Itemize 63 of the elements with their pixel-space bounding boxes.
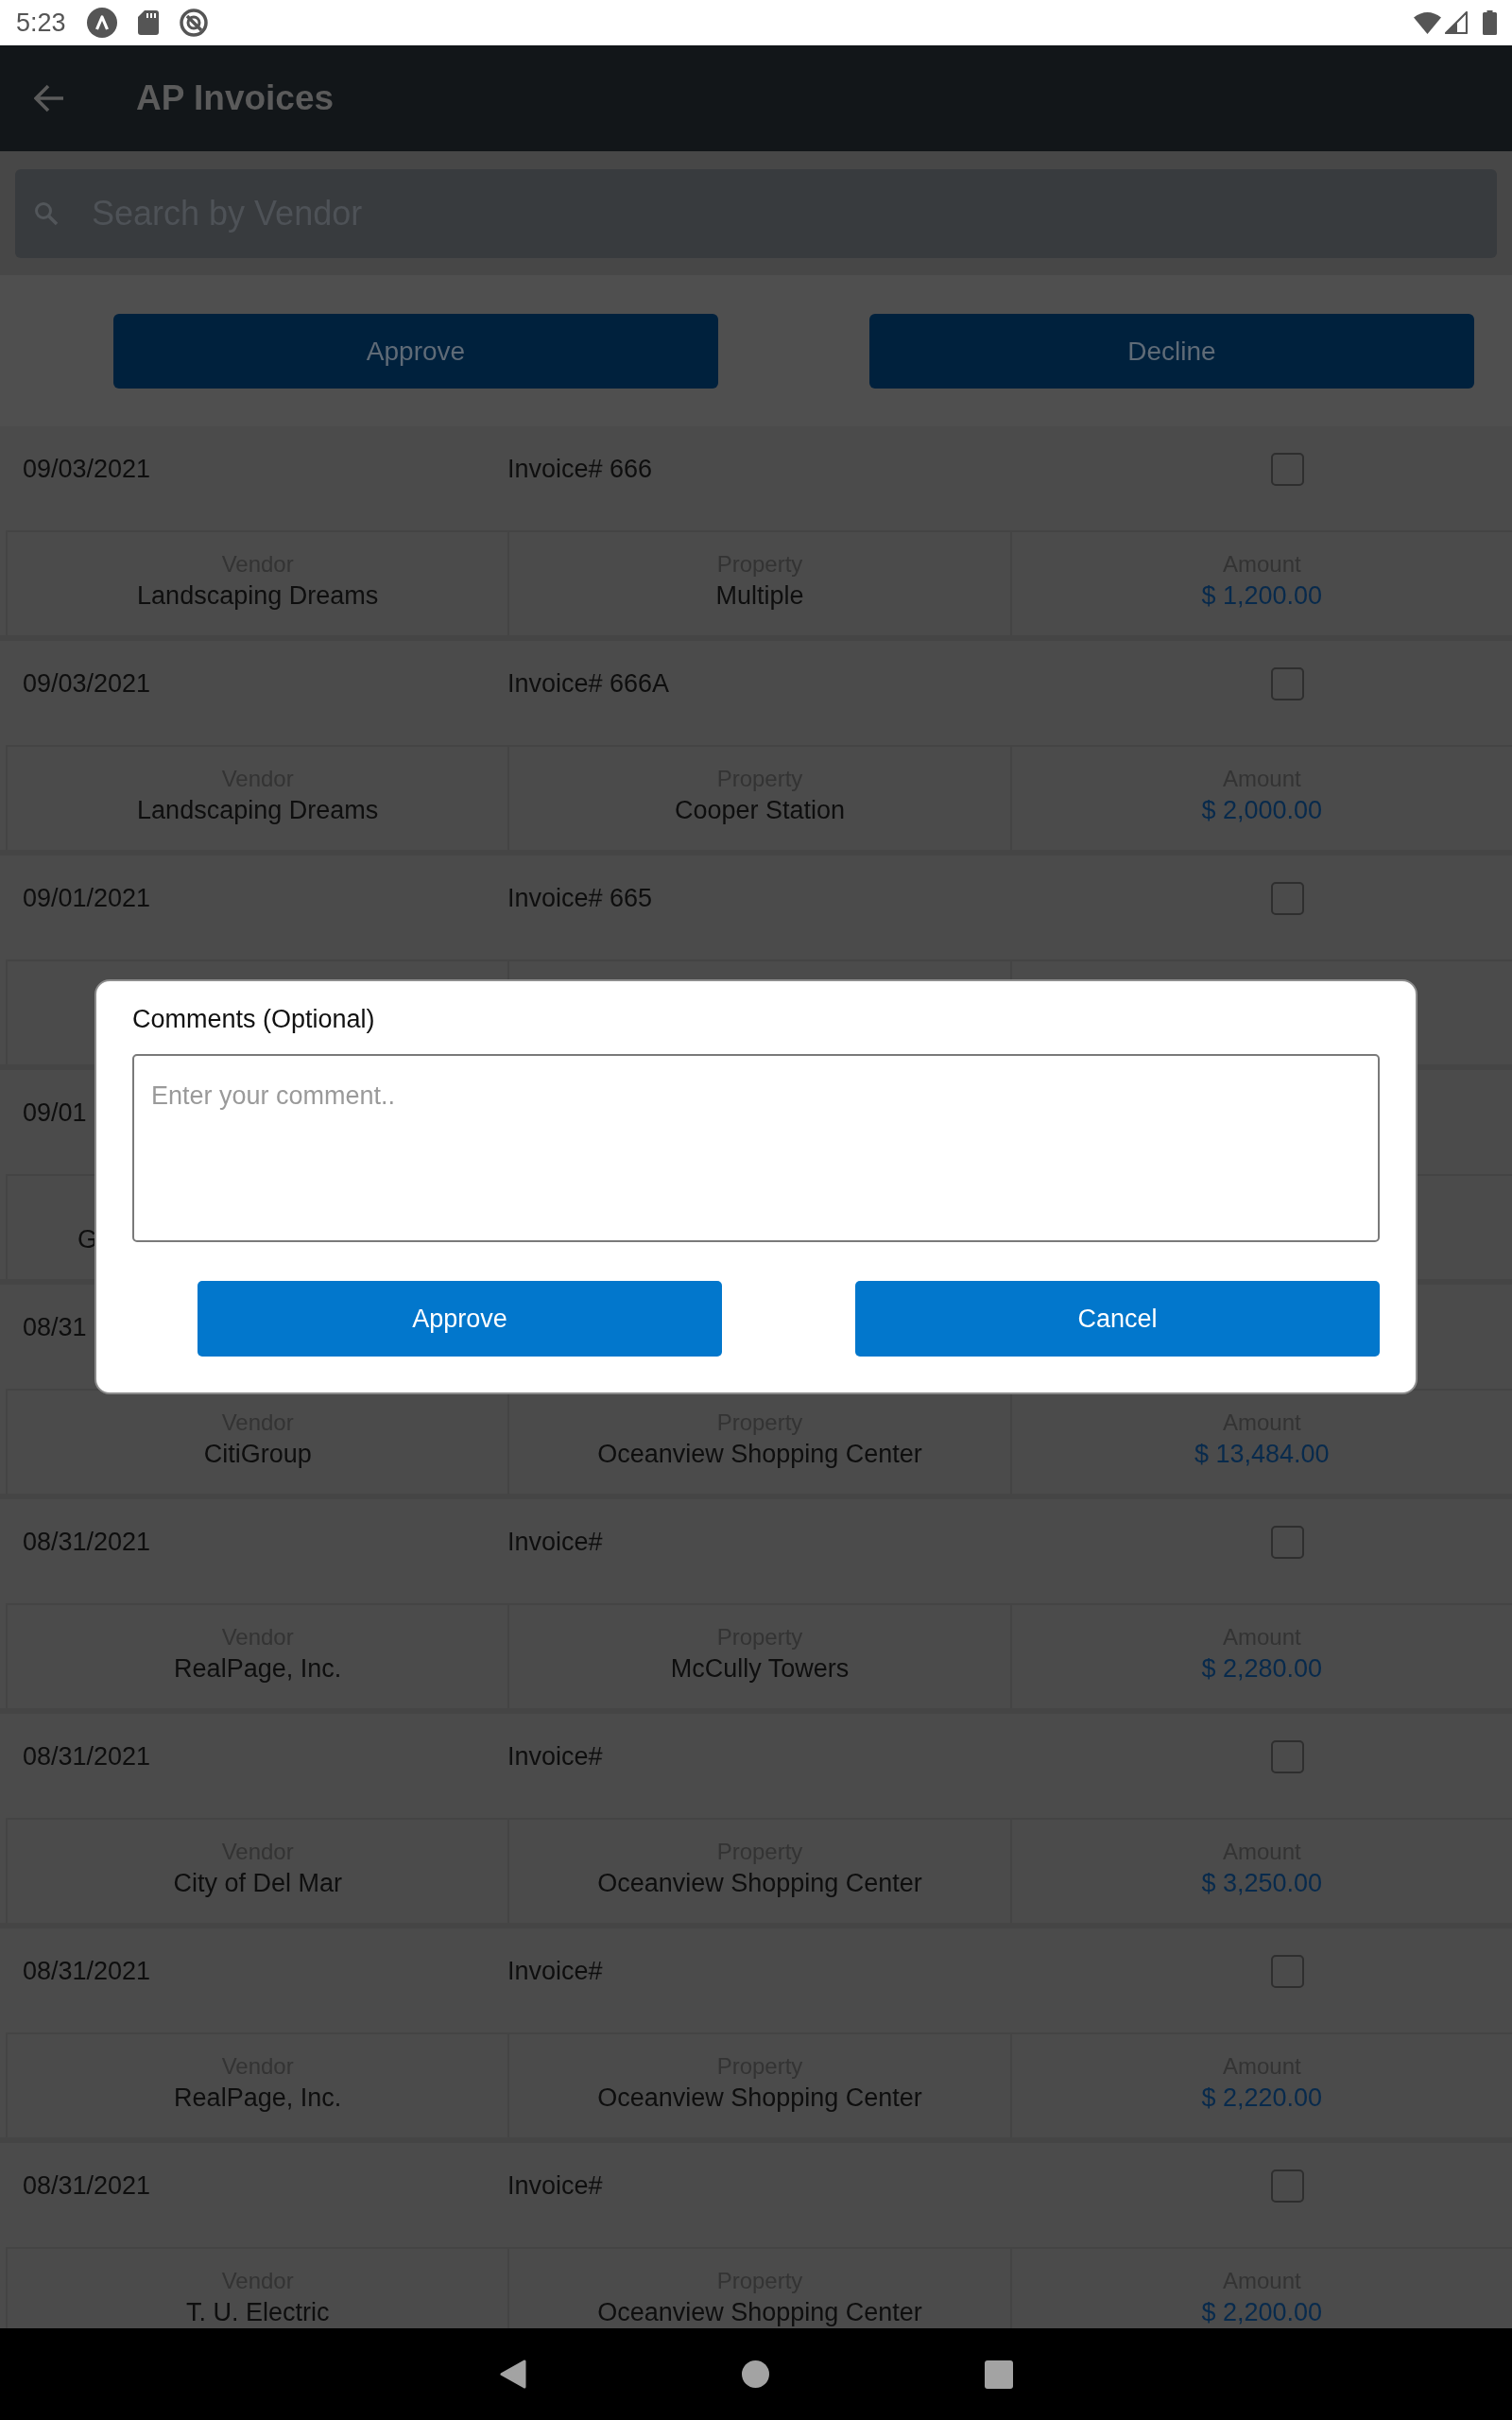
invoice-date: 08/31/2021 bbox=[23, 1527, 151, 1556]
property-name: Oceanview Shopping Center bbox=[597, 2083, 922, 2113]
invoice-number: Invoice# 665 bbox=[507, 883, 653, 912]
checkbox[interactable] bbox=[1271, 1739, 1304, 1773]
recents-square-icon[interactable] bbox=[984, 2360, 1013, 2389]
data-saver-icon bbox=[179, 9, 208, 37]
invoice-date: 08/31/2021 bbox=[23, 1741, 151, 1771]
vendor-name: Landscaping Dreams bbox=[137, 796, 379, 825]
property-name: Multiple bbox=[715, 581, 804, 611]
checkbox[interactable] bbox=[1271, 881, 1304, 915]
back-triangle-icon[interactable] bbox=[499, 2360, 526, 2389]
invoice-date: 09/01/2021 bbox=[23, 883, 151, 912]
property-name: Oceanview Shopping Center bbox=[597, 2298, 922, 2327]
property-name: Cooper Station bbox=[674, 796, 846, 825]
wifi-icon bbox=[1414, 11, 1441, 34]
decline-button[interactable]: Decline bbox=[869, 314, 1474, 389]
invoice-number: Invoice# bbox=[507, 1956, 603, 1985]
dialog-title: Comments (Optional) bbox=[132, 1004, 375, 1035]
amount-value: $ 13,484.00 bbox=[1194, 1440, 1330, 1469]
amount-value: $ 2,000.00 bbox=[1201, 796, 1323, 825]
invoice-date: 08/31 bbox=[23, 1312, 87, 1341]
property-name: Oceanview Shopping Center bbox=[597, 1440, 922, 1469]
amount-value: $ 2,220.00 bbox=[1201, 2083, 1323, 2113]
invoice-number: Invoice# 666A bbox=[507, 668, 670, 698]
checkbox[interactable] bbox=[1271, 666, 1304, 700]
vendor-name: RealPage, Inc. bbox=[174, 2083, 342, 2113]
arrow-left-icon bbox=[34, 84, 64, 112]
sd-card-icon bbox=[137, 10, 159, 35]
status-time: 5:23 bbox=[16, 9, 66, 36]
invoice-date: 09/03/2021 bbox=[23, 668, 151, 698]
property-name: Oceanview Shopping Center bbox=[597, 1869, 922, 1898]
invoice-number: Invoice# bbox=[507, 1527, 603, 1556]
battery-icon bbox=[1483, 10, 1497, 35]
cancel-button[interactable]: Cancel bbox=[855, 1281, 1380, 1357]
page-title: AP Invoices bbox=[136, 77, 335, 119]
amount-value: $ 2,280.00 bbox=[1201, 1654, 1323, 1684]
checkbox[interactable] bbox=[1271, 452, 1304, 486]
vendor-name: Landscaping Dreams bbox=[137, 581, 379, 611]
signal-icon bbox=[1445, 11, 1468, 34]
invoice-date: 09/01 bbox=[23, 1098, 87, 1127]
search-icon bbox=[34, 201, 59, 226]
invoice-date: 08/31/2021 bbox=[23, 1956, 151, 1985]
vendor-name: CitiGroup bbox=[203, 1440, 312, 1469]
approve-button[interactable]: Approve bbox=[113, 314, 718, 389]
chevron-circle-icon bbox=[86, 8, 117, 38]
checkbox[interactable] bbox=[1271, 2169, 1304, 2203]
invoice-number: Invoice# 666 bbox=[507, 454, 653, 483]
checkbox[interactable] bbox=[1271, 1525, 1304, 1559]
amount-value: $ 1,200.00 bbox=[1201, 581, 1323, 611]
vendor-name: RealPage, Inc. bbox=[174, 1654, 342, 1684]
comment-field[interactable]: Enter your comment.. bbox=[132, 1054, 1380, 1243]
invoice-date: 09/03/2021 bbox=[23, 454, 151, 483]
invoice-number: Invoice# bbox=[507, 2170, 603, 2200]
vendor-name: City of Del Mar bbox=[173, 1869, 342, 1898]
amount-value: $ 2,200.00 bbox=[1201, 2298, 1323, 2327]
invoice-number: Invoice# bbox=[507, 1741, 603, 1771]
property-name: McCully Towers bbox=[670, 1654, 850, 1684]
home-circle-icon[interactable] bbox=[741, 2360, 769, 2388]
invoice-date: 08/31/2021 bbox=[23, 2170, 151, 2200]
amount-value: $ 3,250.00 bbox=[1201, 1869, 1323, 1898]
approve-button[interactable]: Approve bbox=[198, 1281, 722, 1357]
checkbox[interactable] bbox=[1271, 1954, 1304, 1988]
vendor-name: T. U. Electric bbox=[185, 2298, 330, 2327]
